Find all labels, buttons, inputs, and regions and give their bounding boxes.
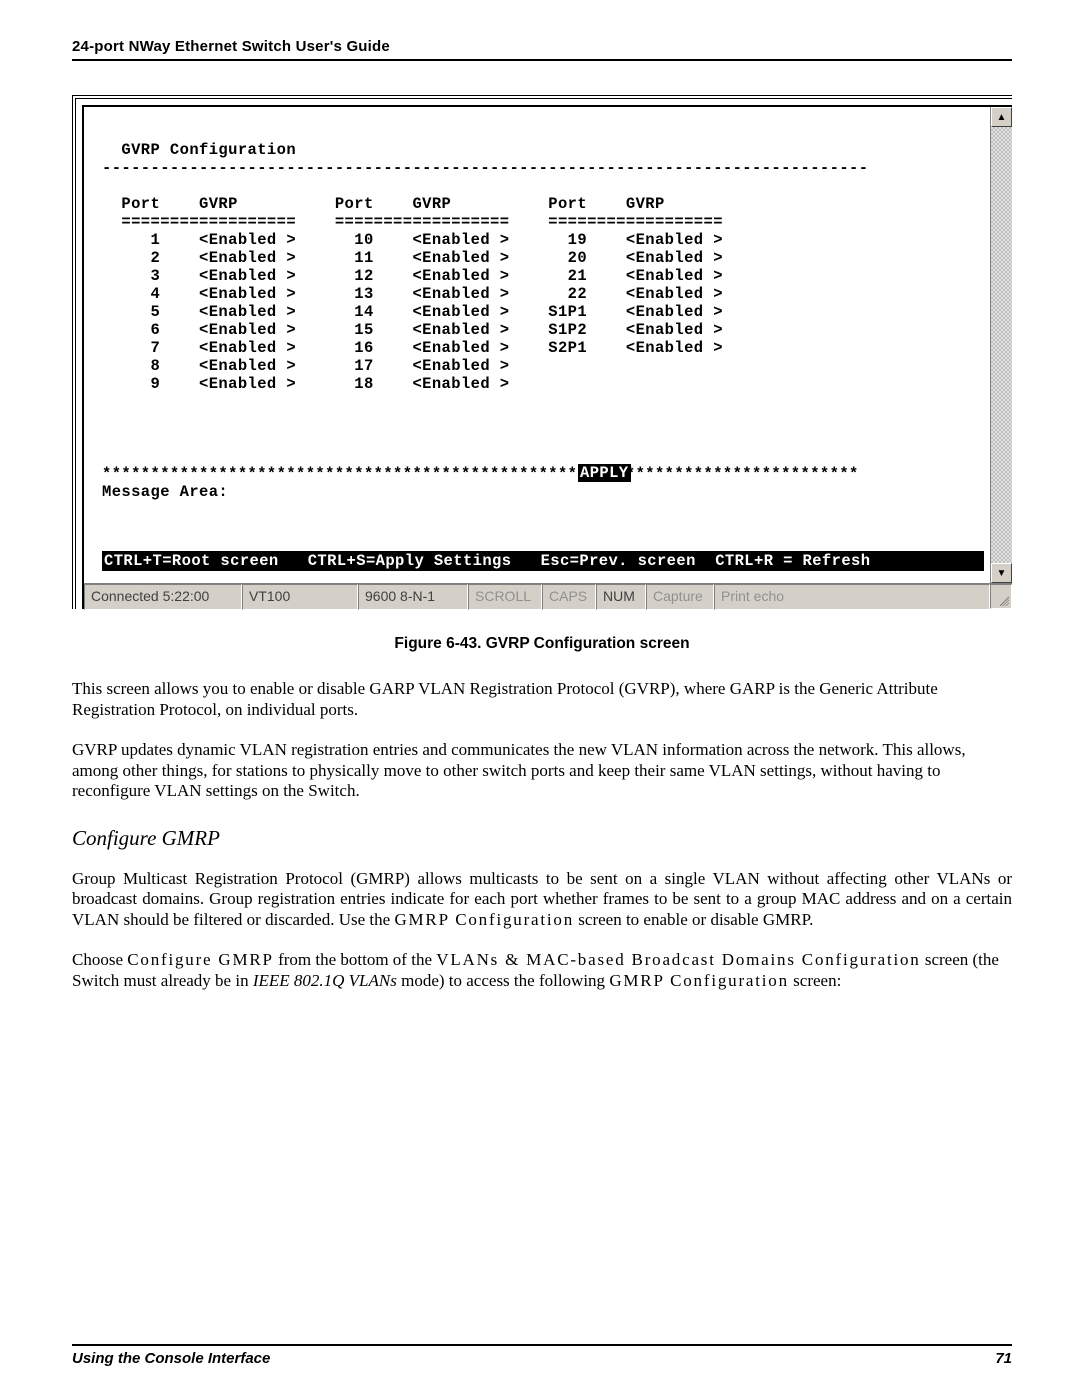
p4-text-c: from the bottom of the [274, 950, 436, 969]
footer-section: Using the Console Interface [72, 1350, 270, 1367]
apply-button[interactable]: APPLY [578, 464, 631, 482]
status-emulation: VT100 [242, 584, 358, 610]
p4-screen-name-2: GMRP Configuration [609, 971, 789, 990]
page-header-title: 24-port NWay Ethernet Switch User's Guid… [72, 38, 1012, 55]
terminal-body: GVRP Configuration ---------------------… [88, 111, 984, 583]
p4-screen-name-1: VLANs & MAC-based Broadcast Domains Conf… [436, 950, 920, 969]
status-bar: Connected 5:22:00 VT100 9600 8-N-1 SCROL… [84, 583, 1012, 609]
page: 24-port NWay Ethernet Switch User's Guid… [0, 0, 1080, 1397]
paragraph-4: Choose Configure GMRP from the bottom of… [72, 950, 1012, 991]
status-num: NUM [596, 584, 646, 610]
p4-text-i: screen: [789, 971, 841, 990]
subheading-configure-gmrp: Configure GMRP [72, 826, 1012, 851]
status-printecho: Print echo [714, 584, 990, 610]
triangle-up-icon: ▲ [997, 112, 1007, 123]
resize-grip-icon[interactable] [990, 584, 1012, 609]
paragraph-3: Group Multicast Registration Protocol (G… [72, 869, 1012, 931]
p3-text-c: screen to enable or disable GMRP. [574, 910, 813, 929]
scroll-down-button[interactable]: ▼ [991, 563, 1012, 583]
footer-page-number: 71 [995, 1350, 1012, 1367]
header-rule [72, 59, 1012, 61]
triangle-down-icon: ▼ [997, 568, 1007, 579]
status-scroll: SCROLL [468, 584, 542, 610]
vertical-scrollbar[interactable]: ▲ ▼ [990, 107, 1012, 583]
p4-text-g: mode) to access the following [397, 971, 609, 990]
status-caps: CAPS [542, 584, 596, 610]
paragraph-2: GVRP updates dynamic VLAN registration e… [72, 740, 1012, 802]
p4-text-a: Choose [72, 950, 127, 969]
footer-rule [72, 1344, 1012, 1346]
status-capture: Capture [646, 584, 714, 610]
scroll-up-button[interactable]: ▲ [991, 107, 1012, 127]
terminal-window: GVRP Configuration ---------------------… [72, 95, 1012, 609]
terminal-text: GVRP Configuration ---------------------… [88, 111, 984, 501]
paragraph-1: This screen allows you to enable or disa… [72, 679, 1012, 720]
p4-menu-item: Configure GMRP [127, 950, 274, 969]
status-connected: Connected 5:22:00 [84, 584, 242, 610]
p4-mode-name: IEEE 802.1Q VLANs [253, 971, 397, 990]
page-footer: Using the Console Interface 71 [72, 1344, 1012, 1367]
status-serial: 9600 8-N-1 [358, 584, 468, 610]
p3-screen-name: GMRP Configuration [394, 910, 574, 929]
hotkey-bar: CTRL+T=Root screen CTRL+S=Apply Settings… [102, 551, 984, 571]
figure-caption: Figure 6-43. GVRP Configuration screen [72, 635, 1012, 653]
